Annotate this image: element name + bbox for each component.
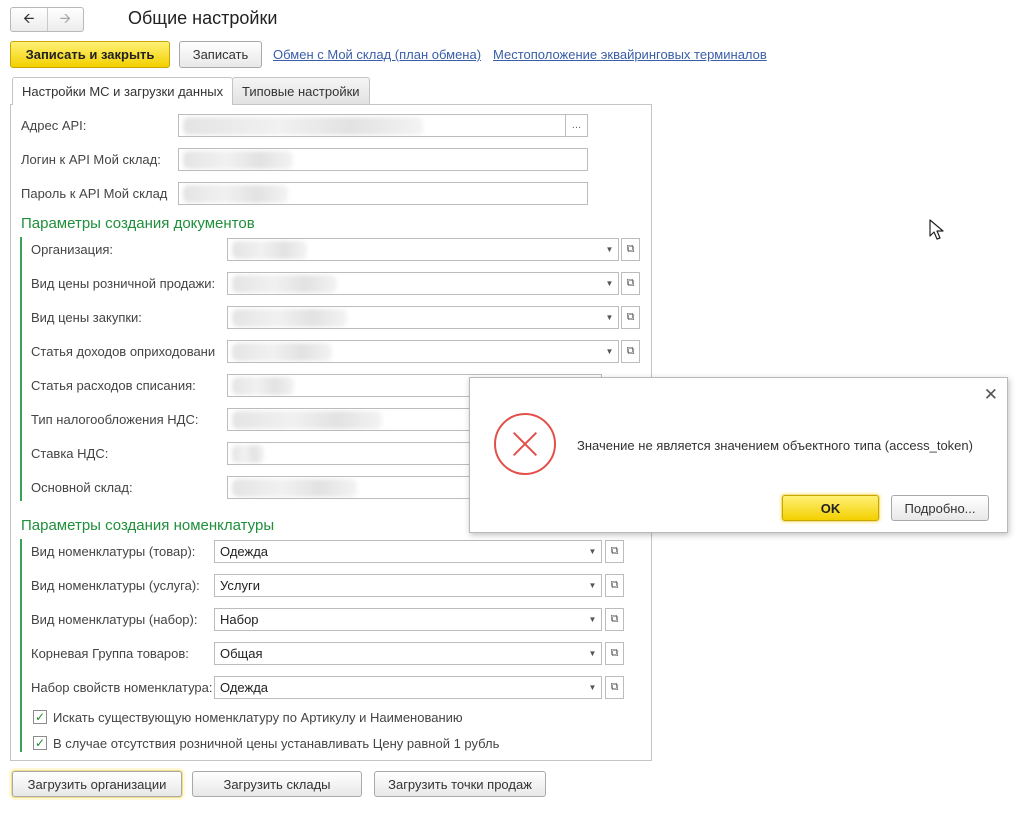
checkmark-icon: ✓	[34, 710, 46, 724]
open-form-icon: ⧉	[610, 681, 619, 693]
forward-button[interactable]: 🡪	[48, 8, 84, 31]
terminals-link[interactable]: Местоположение эквайринговых терминалов	[493, 47, 767, 62]
checkmark-icon: ✓	[34, 736, 46, 750]
main-warehouse-label: Основной склад:	[31, 480, 133, 495]
purchase-price-label: Вид цены закупки:	[31, 310, 142, 325]
nomen-section-bar	[20, 539, 22, 752]
error-message: Значение не является значением объектног…	[577, 438, 973, 453]
default-price-label: В случае отсутствия розничной цены устан…	[53, 736, 500, 751]
docs-section-title: Параметры создания документов	[21, 215, 255, 232]
tab-standard-settings[interactable]: Типовые настройки	[232, 77, 370, 104]
docs-section-bar	[20, 237, 22, 501]
nomen-section-title: Параметры создания номенклатуры	[21, 517, 275, 534]
chevron-down-icon: ▼	[588, 547, 597, 556]
save-button[interactable]: Записать	[179, 41, 262, 68]
vat-type-label: Тип налогообложения НДС:	[31, 412, 199, 427]
details-button[interactable]: Подробно...	[891, 495, 989, 521]
income-item-open-button[interactable]: ⧉	[621, 340, 640, 363]
chevron-down-icon: ▼	[588, 683, 597, 692]
save-and-close-button[interactable]: Записать и закрыть	[10, 41, 170, 68]
chevron-down-icon: ▼	[588, 581, 597, 590]
retail-price-open-button[interactable]: ⧉	[621, 272, 640, 295]
load-warehouses-button[interactable]: Загрузить склады	[192, 771, 362, 797]
purchase-price-dropdown[interactable]: ▼	[601, 306, 619, 329]
open-form-icon: ⧉	[610, 613, 619, 625]
navigation-group: 🡨 🡪	[10, 7, 84, 32]
api-login-input[interactable]	[178, 148, 588, 171]
organization-open-button[interactable]: ⧉	[621, 238, 640, 261]
root-group-input[interactable]: Общая	[214, 642, 585, 665]
nomen-service-input[interactable]: Услуги	[214, 574, 585, 597]
api-password-label: Пароль к API Мой склад	[21, 186, 168, 201]
open-form-icon: ⧉	[626, 311, 635, 323]
chevron-down-icon: ▼	[588, 649, 597, 658]
retail-price-label: Вид цены розничной продажи:	[31, 276, 216, 291]
expense-item-label: Статья расходов списания:	[31, 378, 196, 393]
chevron-down-icon: ▼	[605, 245, 614, 254]
property-set-label: Набор свойств номенклатура:	[31, 680, 213, 695]
nomen-set-label: Вид номенклатуры (набор):	[31, 612, 198, 627]
property-set-dropdown[interactable]: ▼	[584, 676, 602, 699]
nomen-set-dropdown[interactable]: ▼	[584, 608, 602, 631]
default-price-checkbox[interactable]: ✓	[33, 736, 47, 750]
property-set-open-button[interactable]: ⧉	[605, 676, 624, 699]
income-item-input[interactable]	[227, 340, 602, 363]
nomen-service-label: Вид номенклатуры (услуга):	[31, 578, 200, 593]
income-item-label: Статья доходов оприходовани	[31, 344, 216, 359]
organization-label: Организация:	[31, 242, 114, 257]
root-group-dropdown[interactable]: ▼	[584, 642, 602, 665]
tab-ms-settings[interactable]: Настройки МС и загрузки данных	[12, 77, 234, 105]
search-by-article-label: Искать существующую номенклатуру по Арти…	[53, 710, 463, 725]
mouse-cursor-icon	[929, 219, 944, 240]
nomen-set-open-button[interactable]: ⧉	[605, 608, 624, 631]
page-title: Общие настройки	[128, 8, 278, 28]
back-button[interactable]: 🡨	[11, 8, 48, 31]
chevron-down-icon: ▼	[588, 615, 597, 624]
nomen-goods-input[interactable]: Одежда	[214, 540, 585, 563]
open-form-icon: ⧉	[610, 545, 619, 557]
organization-input[interactable]	[227, 238, 602, 261]
error-circle-icon	[494, 413, 556, 475]
open-form-icon: ⧉	[610, 647, 619, 659]
open-form-icon: ⧉	[610, 579, 619, 591]
open-form-icon: ⧉	[626, 345, 635, 357]
root-group-open-button[interactable]: ⧉	[605, 642, 624, 665]
ellipsis-icon: …	[571, 120, 582, 131]
nomen-goods-dropdown[interactable]: ▼	[584, 540, 602, 563]
property-set-input[interactable]: Одежда	[214, 676, 585, 699]
error-dialog: ✕ Значение не является значением объектн…	[469, 377, 1008, 533]
nomen-goods-label: Вид номенклатуры (товар):	[31, 544, 196, 559]
api-login-label: Логин к API Мой склад:	[21, 152, 161, 167]
nomen-goods-open-button[interactable]: ⧉	[605, 540, 624, 563]
nomen-service-open-button[interactable]: ⧉	[605, 574, 624, 597]
api-password-input[interactable]	[178, 182, 588, 205]
exchange-link[interactable]: Обмен с Мой склад (план обмена)	[273, 47, 481, 62]
vat-rate-label: Ставка НДС:	[31, 446, 109, 461]
chevron-down-icon: ▼	[605, 279, 614, 288]
ok-button[interactable]: OK	[782, 495, 879, 521]
load-sale-points-button[interactable]: Загрузить точки продаж	[374, 771, 546, 797]
chevron-down-icon: ▼	[605, 313, 614, 322]
retail-price-dropdown[interactable]: ▼	[601, 272, 619, 295]
retail-price-input[interactable]	[227, 272, 602, 295]
api-address-input[interactable]	[178, 114, 566, 137]
api-address-choose-button[interactable]: …	[566, 114, 588, 137]
nomen-service-dropdown[interactable]: ▼	[584, 574, 602, 597]
purchase-price-open-button[interactable]: ⧉	[621, 306, 640, 329]
load-organizations-button[interactable]: Загрузить организации	[12, 771, 182, 797]
chevron-down-icon: ▼	[605, 347, 614, 356]
purchase-price-input[interactable]	[227, 306, 602, 329]
arrow-left-icon: 🡨	[23, 9, 35, 26]
open-form-icon: ⧉	[626, 243, 635, 255]
arrow-right-icon: 🡪	[59, 9, 71, 26]
organization-dropdown[interactable]: ▼	[601, 238, 619, 261]
income-item-dropdown[interactable]: ▼	[601, 340, 619, 363]
root-group-label: Корневая Группа товаров:	[31, 646, 189, 661]
close-icon[interactable]: ✕	[984, 385, 998, 405]
search-by-article-checkbox[interactable]: ✓	[33, 710, 47, 724]
api-address-label: Адрес API:	[21, 118, 87, 133]
open-form-icon: ⧉	[626, 277, 635, 289]
nomen-set-input[interactable]: Набор	[214, 608, 585, 631]
